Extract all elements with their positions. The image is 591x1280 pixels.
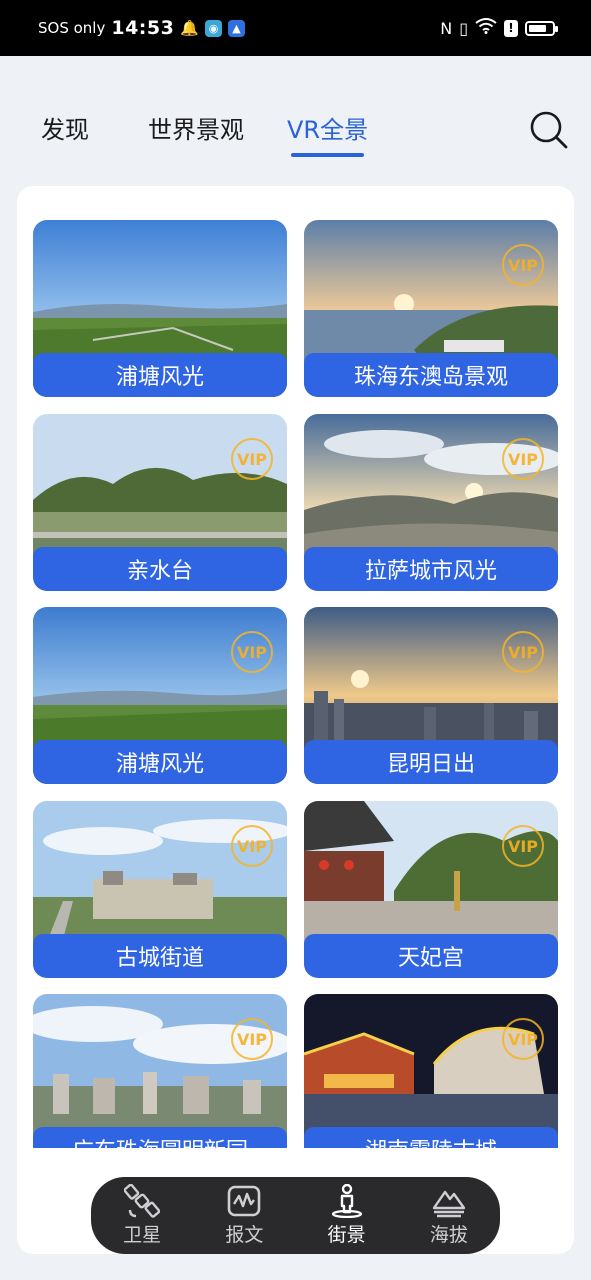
shield-notification-icon: ▲	[228, 19, 246, 37]
wifi-icon	[475, 18, 497, 38]
vibrate-icon: ▯	[459, 18, 468, 38]
card-title: 浦塘风光	[33, 740, 287, 784]
tab-label: 发现	[41, 116, 89, 144]
nfc-icon: N	[440, 18, 453, 38]
nav-altitude[interactable]: 海拔	[409, 1181, 489, 1251]
panorama-card[interactable]: VIP 拉萨城市风光	[304, 414, 558, 591]
panorama-thumbnail	[33, 994, 287, 1148]
bell-icon: 🔔	[180, 19, 200, 37]
active-tab-indicator	[291, 153, 365, 157]
satellite-icon	[124, 1184, 161, 1218]
alert-icon: !	[504, 19, 518, 37]
nav-label: 街景	[327, 1224, 366, 1246]
card-title: 亲水台	[33, 547, 287, 591]
tab-discover[interactable]: 发现	[41, 110, 89, 145]
nav-street-view[interactable]: 街景	[307, 1181, 387, 1251]
nav-message[interactable]: 报文	[204, 1181, 284, 1251]
tab-label: VR全景	[287, 116, 369, 144]
panorama-card[interactable]: VIP 浦塘风光	[33, 607, 287, 784]
battery-icon	[525, 20, 558, 36]
vip-badge: VIP	[231, 631, 273, 673]
vip-badge: VIP	[502, 1018, 544, 1060]
card-title: 古城街道	[33, 934, 287, 978]
status-bar: SOS only 14:53 🔔 ◉ ▲ N ▯ !	[0, 0, 591, 56]
vip-badge: VIP	[502, 825, 544, 867]
carrier-text: SOS only	[38, 19, 106, 37]
tab-label: 世界景观	[148, 116, 244, 144]
nav-label: 卫星	[123, 1224, 162, 1246]
message-icon	[228, 1185, 261, 1217]
panorama-card[interactable]: VIP 珠海东澳岛景观	[304, 220, 558, 397]
top-tabs: 发现 世界景观 VR全景	[0, 100, 591, 160]
panorama-card[interactable]: VIP 亲水台	[33, 414, 287, 591]
app-notification-icon: ◉	[205, 19, 223, 37]
nav-label: 报文	[225, 1224, 264, 1246]
vip-badge: VIP	[231, 825, 273, 867]
panorama-grid: 浦塘风光 VIP 珠海东澳岛景观 VIP 亲水台 VIP 拉萨城市风光 VIP …	[17, 186, 574, 1148]
vip-badge: VIP	[502, 244, 544, 286]
search-button[interactable]	[529, 110, 569, 150]
street-view-icon	[331, 1184, 362, 1218]
card-title: 拉萨城市风光	[304, 547, 558, 591]
panorama-card[interactable]: VIP 湖南零陵古城	[304, 994, 558, 1148]
panorama-panel: 浦塘风光 VIP 珠海东澳岛景观 VIP 亲水台 VIP 拉萨城市风光 VIP …	[17, 186, 574, 1254]
card-title: 昆明日出	[304, 740, 558, 784]
search-icon	[530, 111, 568, 149]
card-title: 浦塘风光	[33, 353, 287, 397]
card-title: 广东珠海圆明新园	[33, 1127, 287, 1148]
card-title: 珠海东澳岛景观	[304, 353, 558, 397]
tab-vr-panorama[interactable]: VR全景	[287, 110, 369, 157]
panorama-card[interactable]: VIP 古城街道	[33, 801, 287, 978]
nav-satellite[interactable]: 卫星	[102, 1181, 182, 1251]
panorama-thumbnail	[304, 994, 558, 1148]
panorama-card[interactable]: VIP 广东珠海圆明新园	[33, 994, 287, 1148]
panorama-card[interactable]: VIP 昆明日出	[304, 607, 558, 784]
nav-label: 海拔	[429, 1224, 468, 1246]
bottom-nav: 卫星 报文 街景 海拔	[91, 1177, 500, 1254]
card-title: 天妃宫	[304, 934, 558, 978]
vip-badge: VIP	[231, 1018, 273, 1060]
card-title: 湖南零陵古城	[304, 1127, 558, 1148]
vip-badge: VIP	[502, 438, 544, 480]
altitude-icon	[432, 1190, 466, 1218]
vip-badge: VIP	[231, 438, 273, 480]
vip-badge: VIP	[502, 631, 544, 673]
clock: 14:53	[111, 17, 175, 39]
panorama-card[interactable]: 浦塘风光	[33, 220, 287, 397]
panorama-card[interactable]: VIP 天妃宫	[304, 801, 558, 978]
tab-world-landscape[interactable]: 世界景观	[148, 110, 244, 145]
